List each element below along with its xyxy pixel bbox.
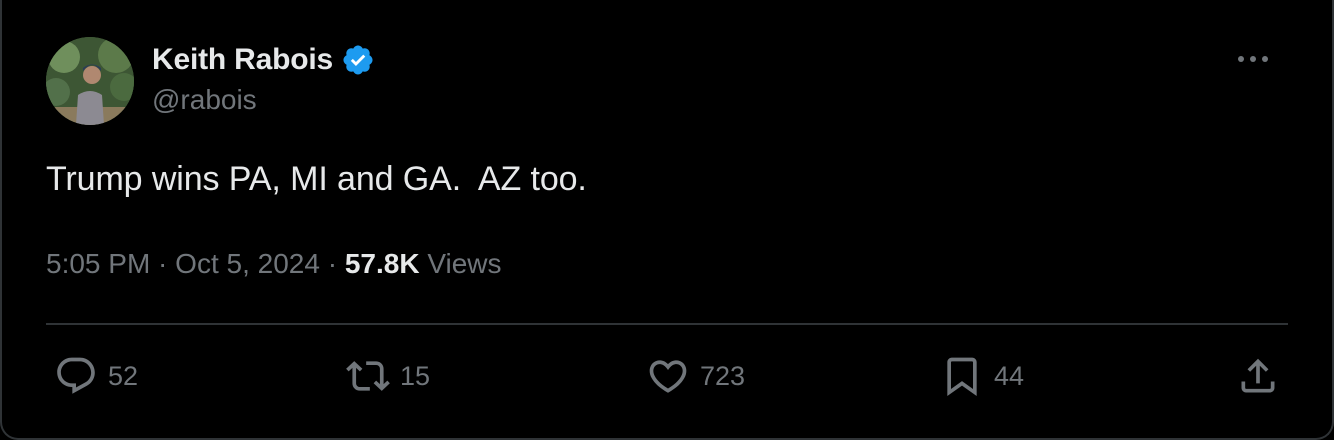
bookmark-icon [947,357,977,397]
author-handle[interactable]: @rabois [152,84,375,116]
like-count: 723 [700,360,746,391]
heart-icon [649,360,687,393]
avatar[interactable] [46,37,134,125]
tweet-meta: 5:05 PM · Oct 5, 2024 · 57.8K Views [46,248,502,280]
action-bar: 52 15 723 44 [2,352,1332,402]
tweet-time[interactable]: 5:05 PM [46,248,150,280]
avatar-photo [46,37,134,125]
tweet-date[interactable]: Oct 5, 2024 [175,248,320,280]
author-display-name[interactable]: Keith Rabois [152,43,333,77]
share-button[interactable] [1236,354,1280,398]
tweet-header: Keith Rabois @rabois [152,38,375,116]
meta-separator: · [150,248,176,279]
verified-badge-icon[interactable] [341,43,375,77]
more-options-icon[interactable] [1236,48,1270,70]
divider [46,323,1288,325]
reply-count: 52 [108,360,139,391]
reply-icon [57,357,95,394]
retweet-icon [346,361,390,391]
retweet-button[interactable]: 15 [346,354,430,398]
bookmark-button[interactable]: 44 [940,354,1024,398]
name-row: Keith Rabois [152,38,375,82]
views-count: 57.8K [344,248,420,279]
reply-button[interactable]: 52 [54,354,138,398]
like-button[interactable]: 723 [646,354,745,398]
bookmark-count: 44 [994,360,1025,391]
tweet-card: Keith Rabois @rabois Trump wins PA, MI a… [0,0,1334,440]
views-label: Views [419,248,502,279]
tweet-text: Trump wins PA, MI and GA. AZ too. [46,160,587,198]
retweet-count: 15 [400,360,431,391]
meta-separator: · [319,248,345,279]
share-icon [1241,358,1275,393]
